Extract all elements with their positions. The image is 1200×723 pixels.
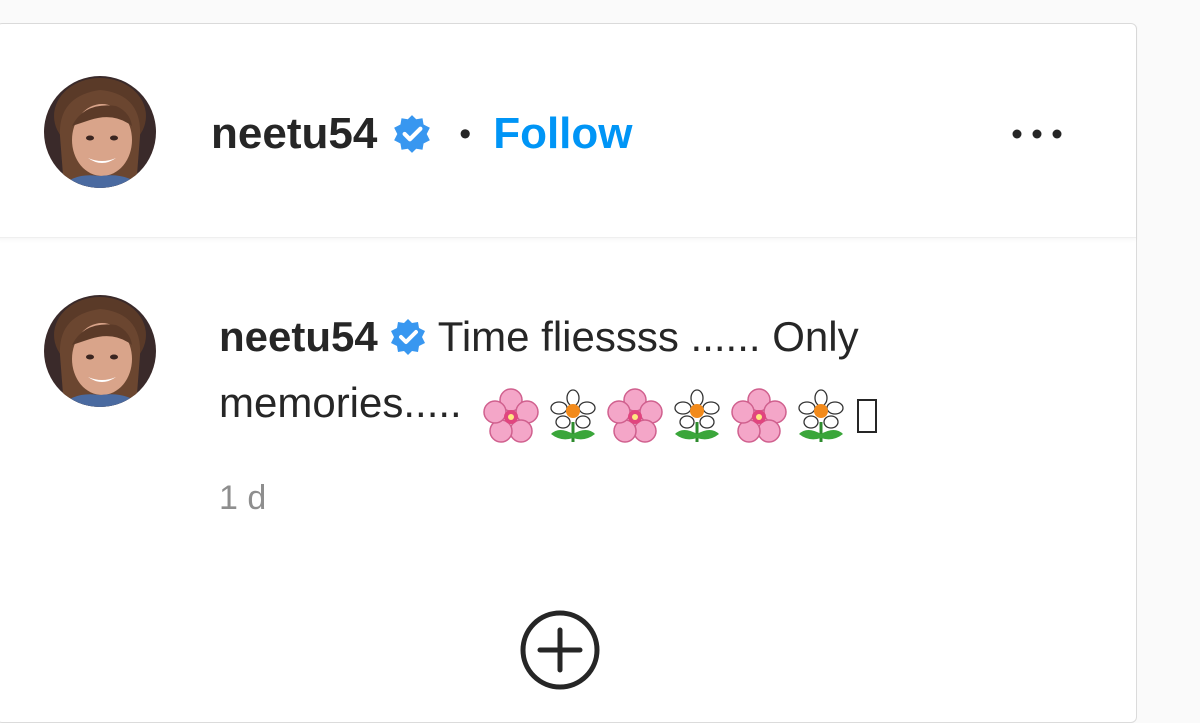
more-options-button[interactable] xyxy=(1007,116,1067,152)
caption-avatar[interactable] xyxy=(44,295,156,407)
avatar-image xyxy=(44,76,156,188)
caption-text-block: neetu54 Time fliessss ...... Only memori… xyxy=(219,304,1079,446)
emoji-row xyxy=(483,380,878,446)
more-horizontal-icon xyxy=(1012,129,1062,139)
avatar-image xyxy=(44,295,156,407)
cherry-blossom-icon xyxy=(731,388,788,444)
header-username[interactable]: neetu54 xyxy=(211,109,377,159)
verified-badge-icon xyxy=(388,310,428,355)
cherry-blossom-icon xyxy=(607,388,664,444)
caption-username[interactable]: neetu54 xyxy=(219,313,378,360)
verified-badge-icon xyxy=(391,113,433,155)
add-comment-button[interactable] xyxy=(518,608,602,692)
blossom-flower-icon xyxy=(545,388,601,444)
header-user-row: neetu54 • Follow xyxy=(211,104,633,164)
post-panel: neetu54 • Follow neetu54 Time fliessss .… xyxy=(0,23,1137,723)
blossom-flower-icon xyxy=(669,388,725,444)
cherry-blossom-icon xyxy=(483,388,540,444)
follow-button[interactable]: Follow xyxy=(493,109,632,159)
caption-timestamp[interactable]: 1 d xyxy=(219,479,266,518)
blossom-flower-icon xyxy=(793,388,849,444)
plus-circle-icon xyxy=(520,610,600,690)
post-header: neetu54 • Follow xyxy=(0,24,1136,238)
separator-dot: • xyxy=(459,114,472,153)
user-avatar[interactable] xyxy=(44,76,156,188)
missing-glyph-icon xyxy=(857,398,878,433)
